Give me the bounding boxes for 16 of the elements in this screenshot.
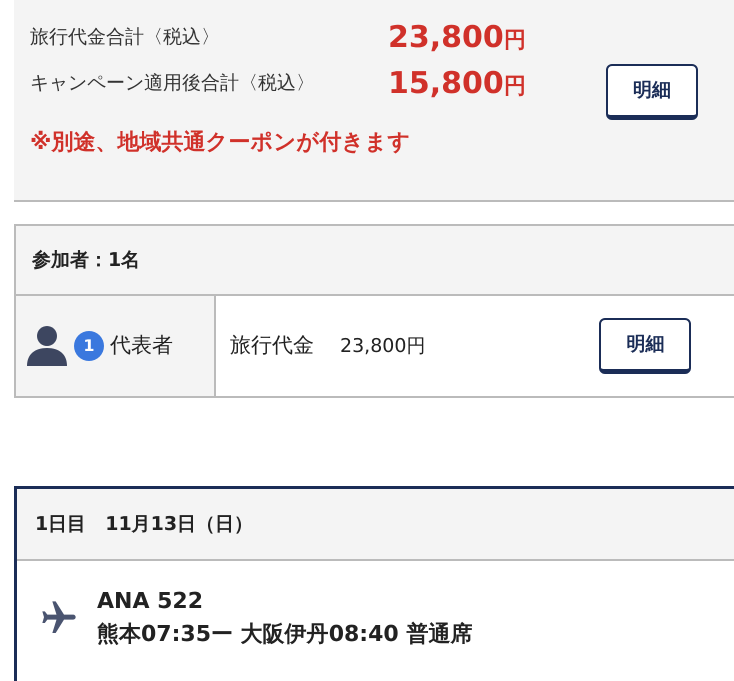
day-heading: 1日目 11月13日（日） xyxy=(35,512,254,537)
participant-role: 代表者 xyxy=(110,332,173,360)
participant-number: 1 xyxy=(74,331,104,361)
detail-button[interactable]: 明細 xyxy=(606,64,698,120)
coupon-notice: ※別途、地域共通クーポンが付きます xyxy=(30,129,412,157)
person-icon xyxy=(26,325,68,367)
fee-label: 旅行代金 xyxy=(230,332,314,360)
fee-amount: 23,800円 xyxy=(340,334,426,359)
total-amount: 15,800円 xyxy=(388,64,526,102)
flight-route: 熊本07:35ー 大阪伊丹08:40 普通席 xyxy=(97,620,472,649)
flight-number: ANA 522 xyxy=(97,588,204,616)
total-amount: 23,800円 xyxy=(388,18,526,56)
total-label: 旅行代金合計〈税込〉 xyxy=(30,24,221,50)
participants-title: 参加者：1名 xyxy=(32,248,140,273)
detail-button[interactable]: 明細 xyxy=(599,318,692,374)
total-label: キャンペーン適用後合計〈税込〉 xyxy=(30,70,316,96)
